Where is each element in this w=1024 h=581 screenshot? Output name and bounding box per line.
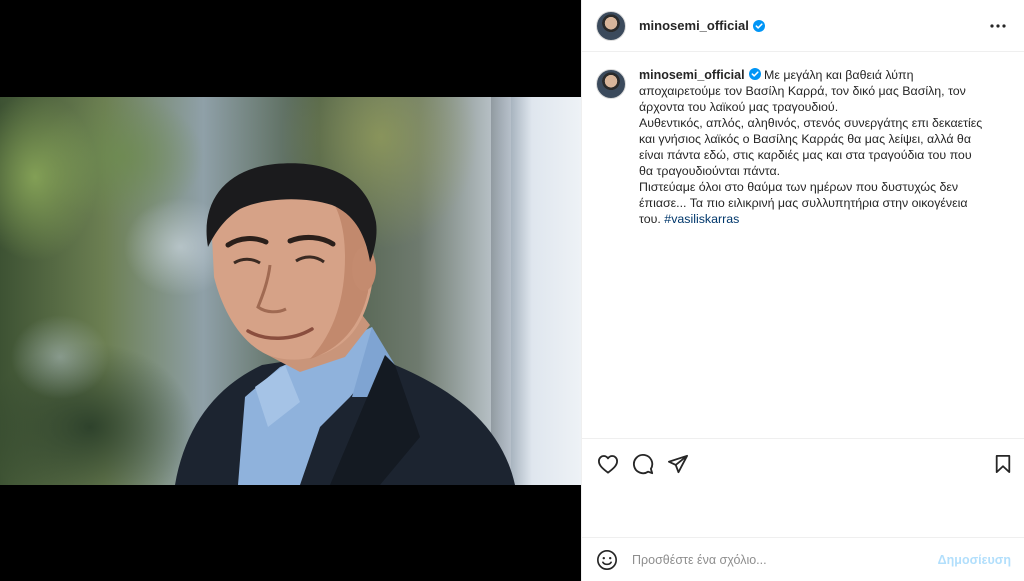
caption-text-line-2: Αυθεντικός, απλός, αληθινός, στενός συνε… xyxy=(639,116,983,178)
post-media xyxy=(0,0,581,581)
bookmark-icon xyxy=(995,454,1011,473)
post-comment-button[interactable]: Δημοσίευση xyxy=(938,553,1011,567)
emoji-icon xyxy=(597,549,617,570)
caption-avatar[interactable] xyxy=(596,69,626,99)
avatar[interactable] xyxy=(596,10,626,41)
save-button[interactable] xyxy=(991,452,1015,476)
post-photo[interactable] xyxy=(0,97,581,485)
emoji-button[interactable] xyxy=(596,548,620,572)
comment-input[interactable] xyxy=(632,552,938,567)
verified-badge-icon xyxy=(752,19,765,32)
heart-icon xyxy=(598,454,618,474)
more-options-icon xyxy=(990,23,1006,28)
like-button[interactable] xyxy=(596,452,620,476)
post-modal: minosemi_official minosemi_official Με μ… xyxy=(0,0,1024,581)
comment-icon xyxy=(633,453,654,474)
send-icon xyxy=(668,454,688,473)
caption-username[interactable]: minosemi_official xyxy=(639,68,745,82)
more-options-button[interactable] xyxy=(986,14,1010,38)
portrait-illustration xyxy=(175,163,515,485)
add-comment-bar: Δημοσίευση xyxy=(582,537,1024,581)
comment-button[interactable] xyxy=(631,452,655,476)
post-caption: minosemi_official Με μεγάλη και βαθειά λ… xyxy=(639,67,984,438)
post-actions-bar xyxy=(582,438,1024,488)
verified-badge-icon xyxy=(748,68,761,80)
share-button[interactable] xyxy=(666,452,690,476)
hashtag-link[interactable]: #vasiliskarras xyxy=(664,212,739,226)
post-header: minosemi_official xyxy=(582,0,1024,52)
post-side-panel: minosemi_official minosemi_official Με μ… xyxy=(581,0,1024,581)
header-username[interactable]: minosemi_official xyxy=(639,18,749,33)
caption-area: minosemi_official Με μεγάλη και βαθειά λ… xyxy=(582,53,1024,438)
